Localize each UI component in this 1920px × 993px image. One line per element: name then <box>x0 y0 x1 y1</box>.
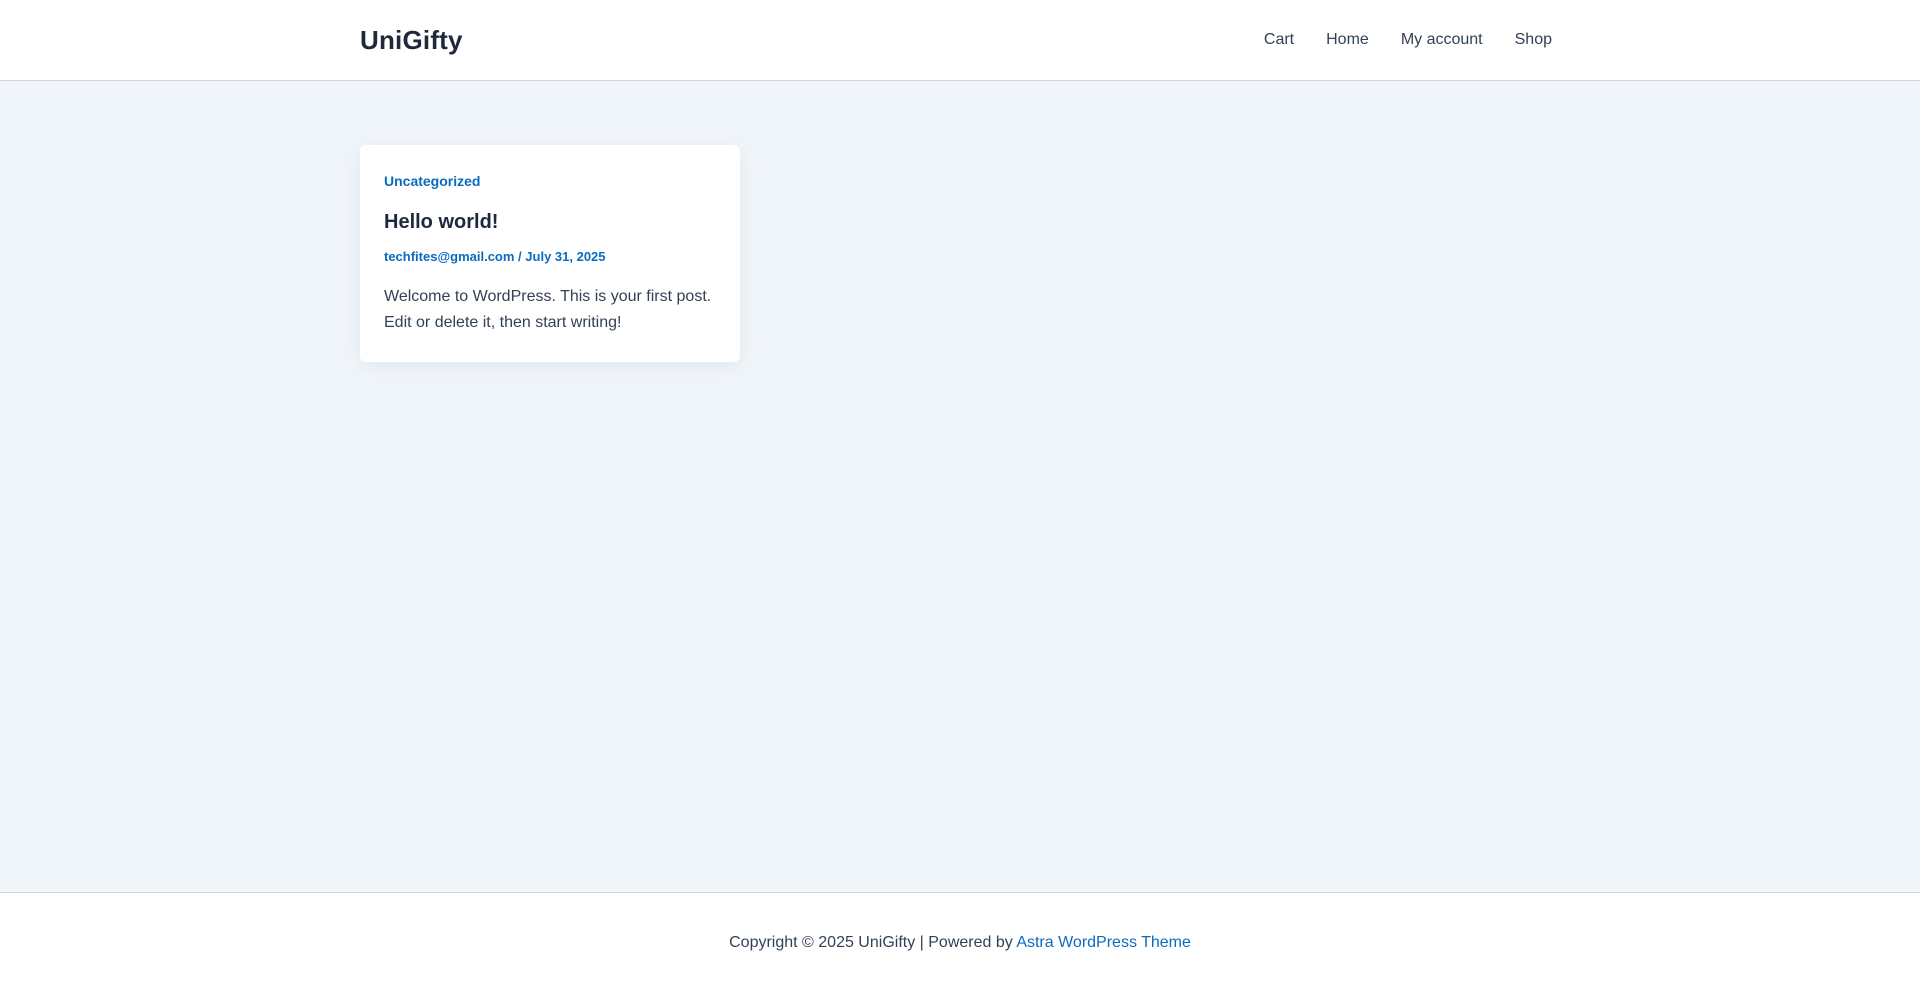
post-title: Hello world! <box>384 210 716 234</box>
site-footer: Copyright © 2025 UniGifty | Powered by A… <box>0 892 1920 993</box>
post-author-link[interactable]: techfites@gmail.com <box>384 249 514 264</box>
post-date-link[interactable]: July 31, 2025 <box>525 249 605 264</box>
nav-item-home[interactable]: Home <box>1326 31 1369 49</box>
post-meta: techfites@gmail.com / July 31, 2025 <box>384 249 716 264</box>
nav-item-my-account[interactable]: My account <box>1401 31 1483 49</box>
post-card: Uncategorized Hello world! techfites@gma… <box>360 145 740 362</box>
header-inner: UniGifty Cart Home My account Shop <box>360 0 1560 80</box>
site-header: UniGifty Cart Home My account Shop <box>0 0 1920 81</box>
content-inner: Uncategorized Hello world! techfites@gma… <box>360 81 1560 362</box>
post-category-link[interactable]: Uncategorized <box>384 173 480 189</box>
theme-credit-link[interactable]: Astra WordPress Theme <box>1016 934 1191 951</box>
post-excerpt: Welcome to WordPress. This is your first… <box>384 288 712 331</box>
content-area: Uncategorized Hello world! techfites@gma… <box>0 81 1920 892</box>
footer-copyright: Copyright © 2025 UniGifty | Powered by A… <box>729 934 1191 952</box>
site-title-link[interactable]: UniGifty <box>360 25 463 56</box>
main-navigation: Cart Home My account Shop <box>1232 31 1552 49</box>
copyright-text: Copyright © 2025 UniGifty | Powered by <box>729 934 1017 951</box>
meta-separator: / <box>514 249 526 264</box>
post-title-link[interactable]: Hello world! <box>384 211 498 233</box>
nav-item-cart[interactable]: Cart <box>1264 31 1294 49</box>
nav-item-shop[interactable]: Shop <box>1515 31 1552 49</box>
